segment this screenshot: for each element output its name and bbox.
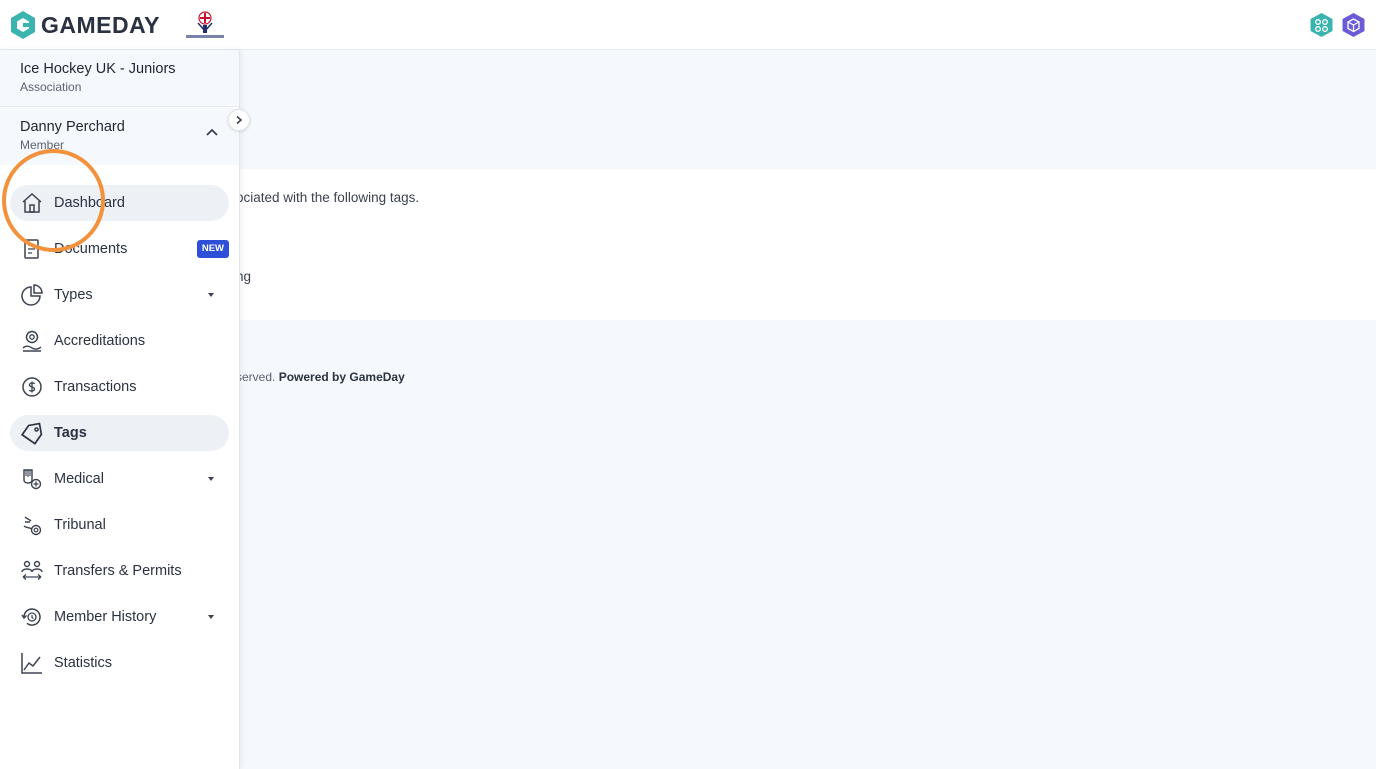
caret-down-icon — [208, 293, 214, 297]
sidebar-item-types[interactable]: Types — [10, 277, 229, 313]
org-type: Association — [20, 80, 82, 94]
sidebar-item-tags[interactable]: Tags — [10, 415, 229, 451]
footer-powered-by: Powered by GameDay — [278, 370, 405, 384]
caret-down-icon — [208, 477, 214, 481]
sidebar-item-label: Dashboard — [54, 195, 125, 211]
pie-chart-icon — [21, 284, 43, 306]
member-type: Member — [20, 138, 65, 152]
organisation-selector[interactable]: Ice Hockey UK - Juniors Association — [0, 50, 239, 107]
sidebar-item-label: Accreditations — [54, 333, 146, 349]
sidebar-item-transfers-permits[interactable]: Transfers & Permits — [10, 553, 229, 589]
sidebar-item-accreditations[interactable]: Accreditations — [10, 323, 229, 359]
sidebar-item-documents[interactable]: Documents NEW — [10, 231, 229, 267]
history-icon — [21, 608, 41, 626]
sidebar-item-dashboard[interactable]: Dashboard — [10, 185, 229, 221]
sidebar-item-label: Documents — [54, 241, 128, 257]
tag-icon — [20, 422, 43, 445]
gameday-logo-icon — [11, 11, 35, 39]
accreditation-icon — [22, 330, 42, 352]
tribunal-icon — [23, 516, 42, 536]
sidebar-item-medical[interactable]: Medical — [10, 461, 229, 497]
gameday-logo[interactable]: GAMEDAY — [9, 9, 160, 41]
sidebar-item-label: Member History — [54, 609, 157, 625]
medical-icon — [23, 469, 42, 490]
sidebar-item-label: Transactions — [54, 379, 137, 395]
transfer-icon — [21, 560, 43, 580]
statistics-icon — [21, 653, 42, 674]
dollar-icon — [22, 377, 42, 397]
caret-down-icon — [208, 615, 214, 619]
footer: served. Powered by GameDay — [236, 370, 405, 384]
sidebar-item-label: Tags — [54, 425, 87, 441]
document-icon — [24, 239, 39, 259]
sidebar-item-statistics[interactable]: Statistics — [10, 645, 229, 681]
sidebar-item-label: Tribunal — [54, 517, 106, 533]
chevron-right-icon — [236, 115, 243, 125]
member-selector[interactable]: Danny Perchard Member — [0, 108, 239, 165]
org-name: Ice Hockey UK - Juniors — [20, 61, 176, 77]
footer-copyright: served. — [236, 370, 276, 384]
sidebar-item-label: Transfers & Permits — [54, 563, 182, 579]
sidebar-item-label: Statistics — [54, 655, 113, 671]
content-text: ociated with the following tags. — [236, 190, 420, 205]
sidebar-collapse-button[interactable] — [228, 109, 250, 131]
sidebar-nav: Dashboard Documents NEW Types Accreditat… — [0, 185, 240, 691]
sidebar: Ice Hockey UK - Juniors Association Dann… — [0, 50, 240, 769]
sidebar-item-label: Medical — [54, 471, 104, 487]
brand-name: GAMEDAY — [41, 11, 160, 38]
hex-box-icon[interactable] — [1341, 12, 1366, 38]
hex-network-icon[interactable] — [1309, 12, 1334, 38]
ice-hockey-uk-logo — [186, 11, 224, 38]
chevron-up-icon[interactable] — [205, 127, 219, 137]
home-icon — [22, 192, 42, 213]
top-bar: GAMEDAY — [0, 0, 1376, 50]
new-badge: NEW — [196, 240, 229, 258]
sidebar-item-transactions[interactable]: Transactions — [10, 369, 229, 405]
sidebar-item-tribunal[interactable]: Tribunal — [10, 507, 229, 543]
sidebar-item-label: Types — [54, 287, 93, 303]
sidebar-item-member-history[interactable]: Member History — [10, 599, 229, 635]
page-header-band — [240, 51, 1376, 169]
